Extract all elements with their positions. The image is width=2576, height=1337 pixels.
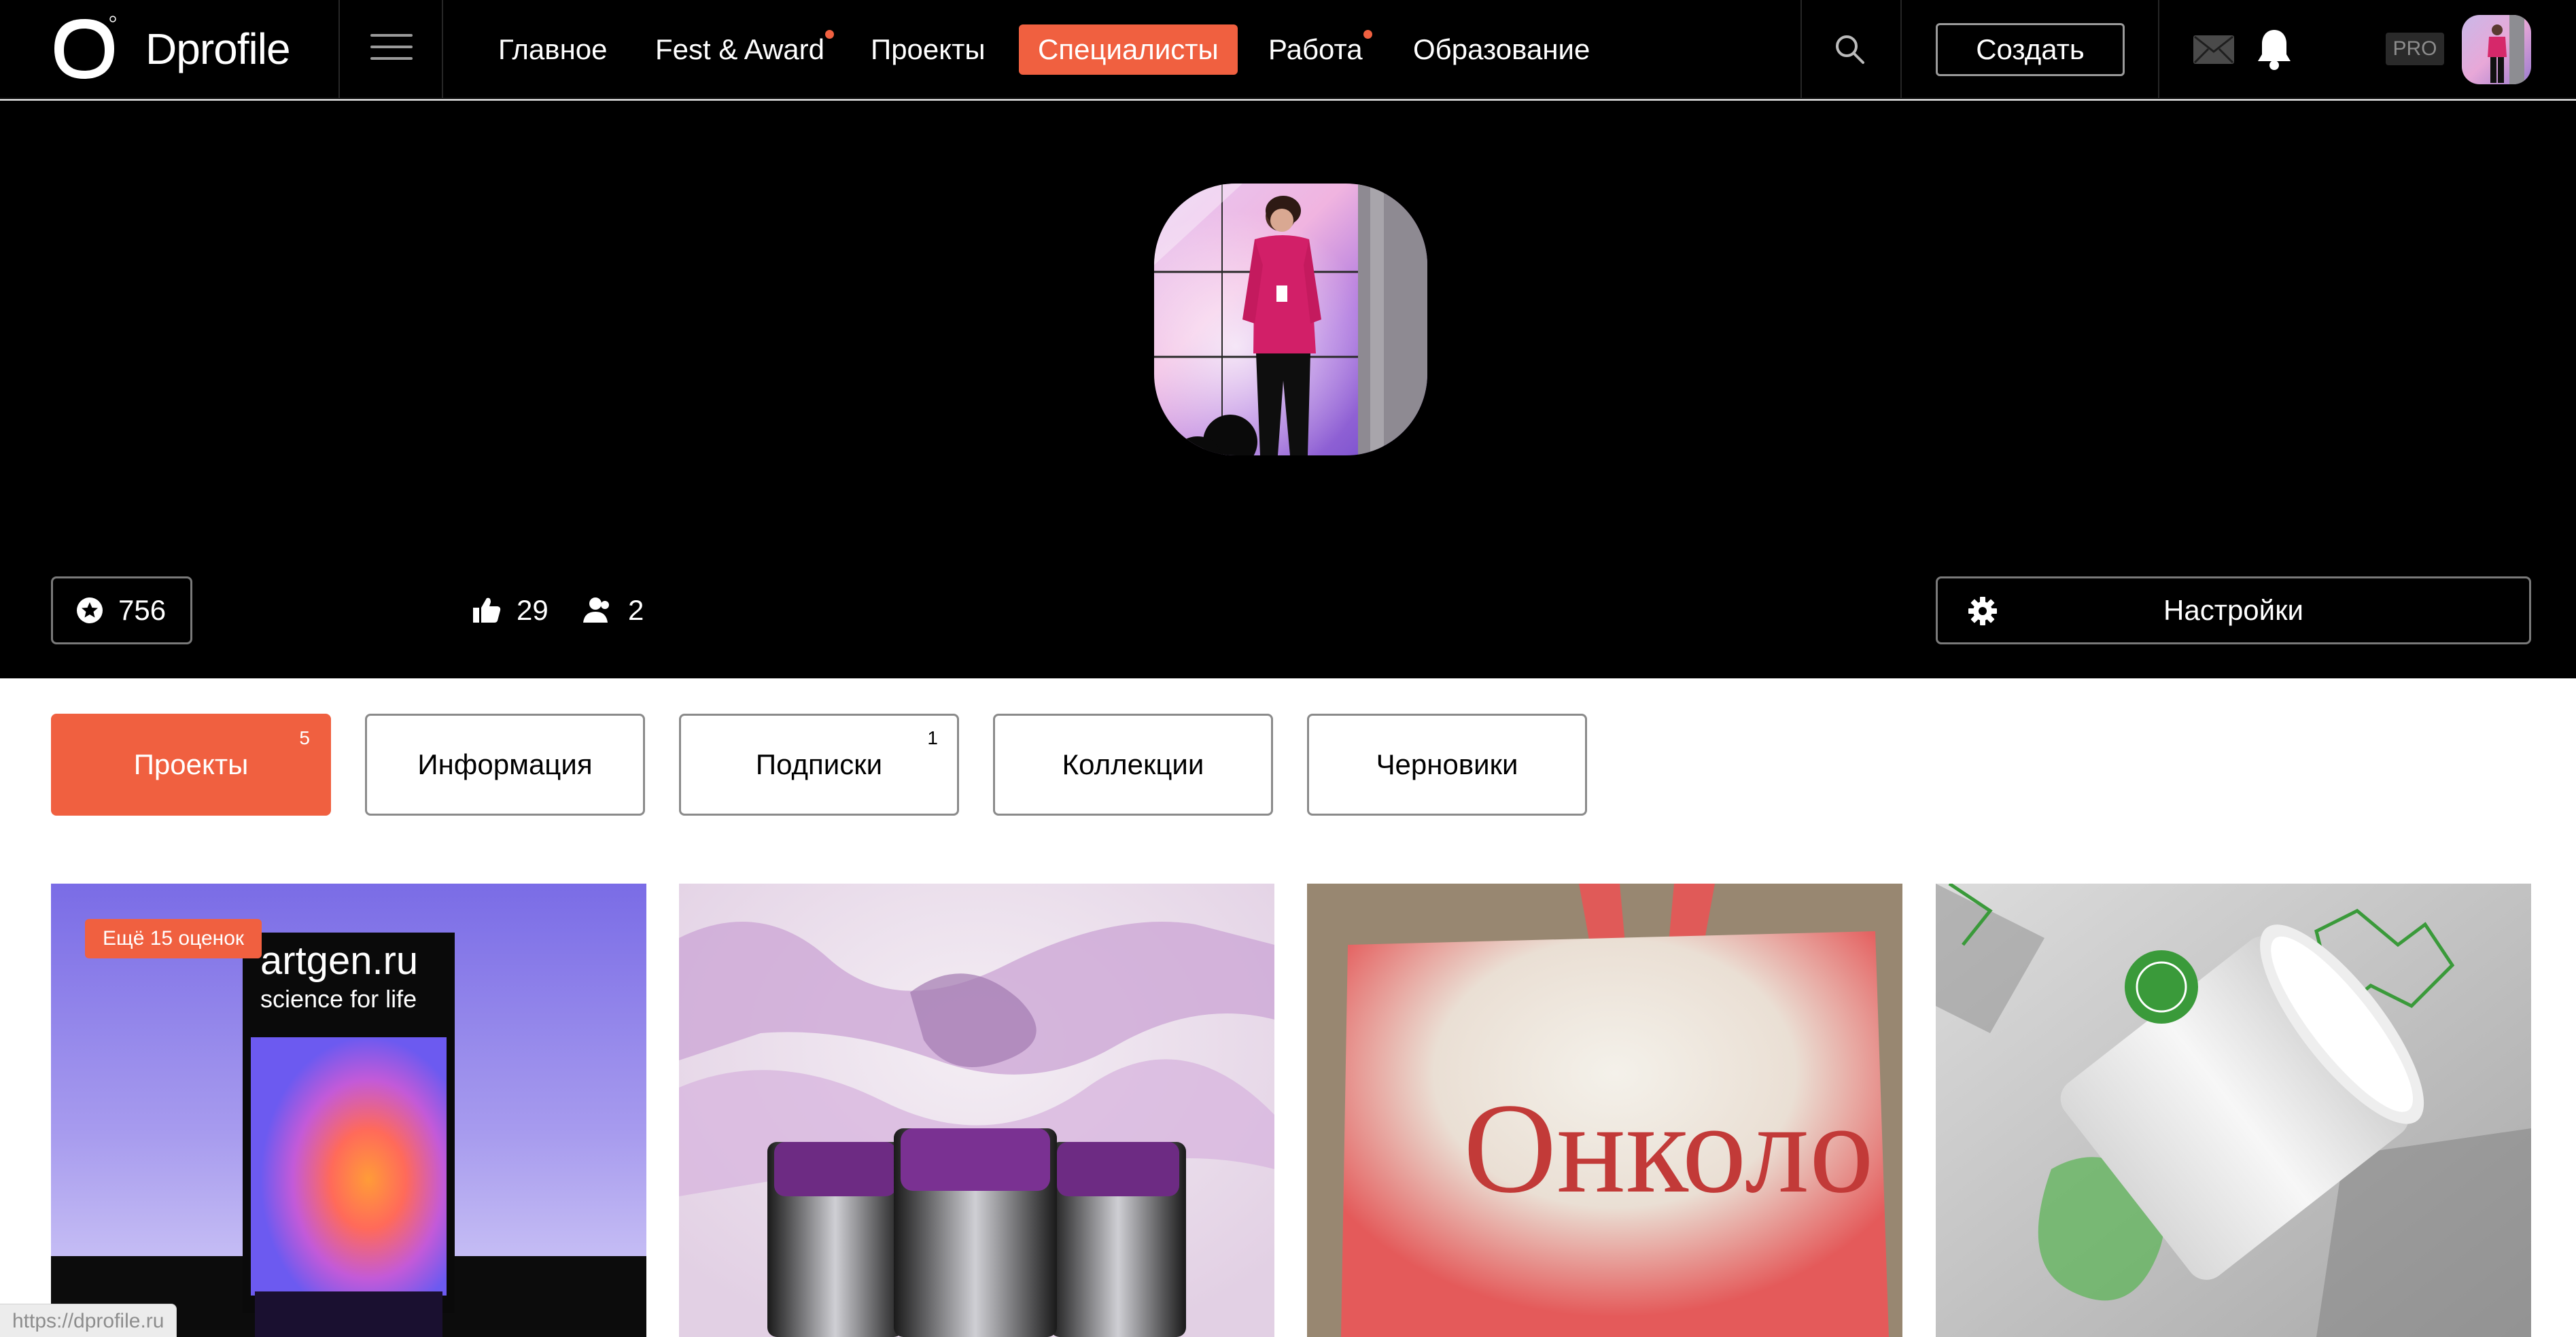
bag-print-text: Онколо [1463, 1077, 1874, 1220]
followers-icon [583, 597, 609, 623]
nav-item-fest-award[interactable]: Fest & Award [655, 24, 835, 75]
notification-dot [1363, 30, 1372, 39]
rating-value: 756 [118, 594, 167, 626]
tab-information[interactable]: Информация [365, 714, 645, 816]
create-button[interactable]: Создать [1936, 23, 2125, 76]
nav-divider [338, 0, 340, 99]
search-icon[interactable] [1832, 31, 1868, 68]
project-card[interactable] [679, 884, 1274, 1337]
bell-icon[interactable] [2255, 27, 2293, 72]
tab-collections[interactable]: Коллекции [993, 714, 1273, 816]
followers-stat[interactable]: 2 [582, 590, 644, 631]
project-card[interactable]: Онколо [1307, 884, 1902, 1337]
ratings-badge: Ещё 15 оценок [85, 919, 262, 958]
star-icon [77, 597, 103, 623]
tab-drafts[interactable]: Черновики [1307, 714, 1587, 816]
settings-button[interactable]: Настройки [1936, 576, 2531, 644]
project-card[interactable] [1936, 884, 2531, 1337]
settings-label: Настройки [2163, 594, 2303, 626]
likes-count: 29 [517, 594, 549, 626]
nav-divider [1800, 0, 1802, 99]
dprofile-logo-icon [54, 16, 116, 79]
logo-text: Dprofile [145, 24, 291, 73]
nav-divider [2158, 0, 2159, 99]
project-subtitle: science for life [260, 985, 417, 1013]
nav-item-education[interactable]: Образование [1413, 24, 1590, 75]
project-cover-image [679, 884, 1274, 1337]
nav-divider [1900, 0, 1902, 99]
pro-badge[interactable]: PRO [2386, 33, 2444, 65]
profile-photo [1154, 184, 1427, 455]
nav-item-main[interactable]: Главное [498, 24, 607, 75]
profile-avatar[interactable] [1154, 184, 1427, 455]
top-navigation-bar: Dprofile Главное Fest & Award Проекты Сп… [0, 0, 2576, 99]
rating-button[interactable]: 756 [51, 576, 192, 644]
thumbs-up-icon [473, 597, 501, 623]
logo[interactable]: Dprofile [50, 15, 291, 83]
mail-icon[interactable] [2192, 34, 2235, 65]
tab-projects[interactable]: Проекты 5 [51, 714, 331, 816]
tab-subscriptions[interactable]: Подписки 1 [679, 714, 959, 816]
nav-divider [442, 0, 443, 99]
tab-count: 5 [299, 727, 310, 748]
avatar-image [2462, 15, 2531, 84]
likes-stat[interactable]: 29 [472, 590, 549, 631]
nav-item-projects[interactable]: Проекты [871, 24, 986, 75]
profile-header: 756 29 2 Настройки [0, 101, 2576, 678]
project-title: artgen.ru [260, 939, 419, 983]
project-cover-image [1936, 884, 2531, 1337]
status-bar-url: https://dprofile.ru [0, 1304, 177, 1337]
notification-dot [825, 30, 835, 39]
project-card[interactable]: artgen.ru science for life Ещё 15 оценок [51, 884, 646, 1337]
menu-icon[interactable] [370, 34, 413, 64]
followers-count: 2 [628, 594, 644, 626]
tab-count: 1 [927, 727, 938, 748]
nav-item-specialists[interactable]: Специалисты [1019, 24, 1238, 75]
user-avatar[interactable] [2462, 15, 2531, 84]
nav-item-work[interactable]: Работа [1268, 24, 1372, 75]
